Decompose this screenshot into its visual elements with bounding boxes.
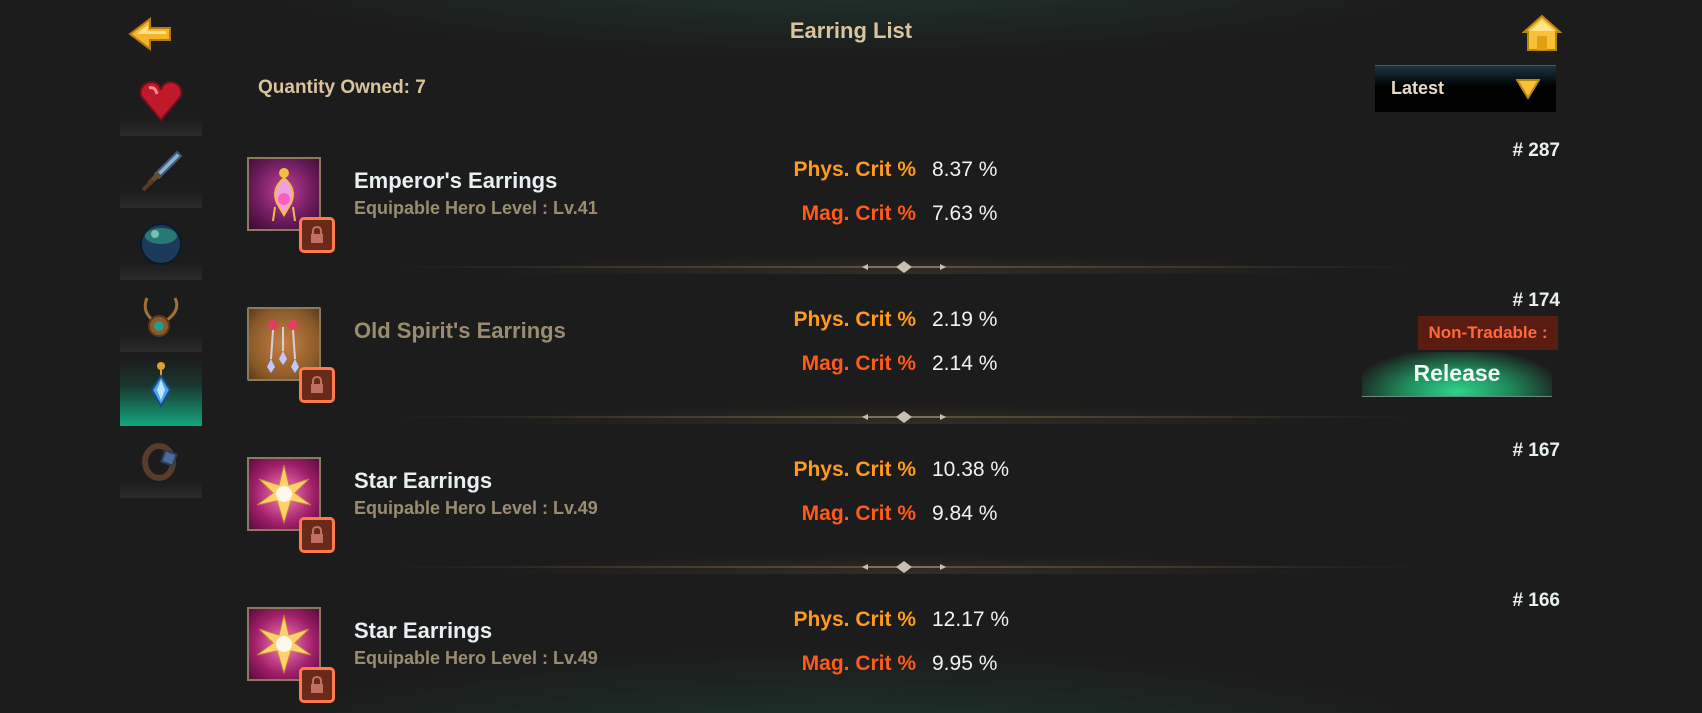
sidebar-tab-heart[interactable] [120, 68, 202, 136]
heart-gem-icon [139, 80, 183, 122]
phys-crit-label: Phys. Crit % [793, 458, 916, 481]
sidebar-tab-necklace[interactable] [120, 284, 202, 352]
lock-icon [311, 526, 323, 543]
phys-crit-label: Phys. Crit % [793, 608, 916, 631]
item-number: # 167 [1512, 440, 1560, 461]
release-button[interactable]: Release [1362, 352, 1552, 397]
mag-crit-value: 2.14 % [932, 352, 998, 375]
phys-crit-value: 8.37 % [932, 158, 998, 181]
sidebar-tab-orb[interactable] [120, 212, 202, 280]
sort-dropdown[interactable]: Latest [1375, 65, 1556, 112]
quantity-owned: Quantity Owned: 7 [258, 77, 426, 98]
earring-icon [150, 362, 172, 409]
ring-icon [142, 443, 178, 481]
phys-crit-label: Phys. Crit % [793, 158, 916, 181]
lock-icon [311, 376, 323, 393]
page-title: Earring List [789, 18, 913, 43]
list-item[interactable]: Emperor's Earrings Equipable Hero Level … [240, 140, 1570, 290]
sidebar-tab-ring[interactable] [120, 430, 202, 498]
item-number: # 287 [1512, 140, 1560, 161]
home-button[interactable] [1521, 14, 1563, 52]
lock-icon [311, 226, 323, 243]
list-item[interactable]: Star Earrings Equipable Hero Level : Lv.… [240, 440, 1570, 590]
sidebar-tab-earring[interactable] [120, 358, 202, 426]
necklace-icon [143, 297, 179, 337]
mag-crit-value: 9.95 % [932, 652, 998, 675]
orb-icon [140, 223, 182, 265]
sort-selected-label: Latest [1391, 78, 1445, 98]
divider-ornament-icon [862, 411, 946, 423]
chevron-down-icon [1516, 79, 1540, 100]
non-tradable-badge: Non-Tradable : [1418, 316, 1558, 350]
lock-icon [311, 676, 323, 693]
home-icon [1521, 14, 1563, 51]
back-button[interactable] [128, 16, 174, 52]
sword-icon [141, 150, 183, 192]
list-item[interactable]: Old Spirit's Earrings Phys. Crit % 2.19 … [240, 290, 1570, 440]
mag-crit-label: Mag. Crit % [801, 202, 916, 225]
mag-crit-label: Mag. Crit % [801, 352, 916, 375]
mag-crit-value: 9.84 % [932, 502, 998, 525]
phys-crit-value: 2.19 % [932, 308, 998, 331]
mag-crit-label: Mag. Crit % [801, 502, 916, 525]
phys-crit-label: Phys. Crit % [793, 308, 916, 331]
back-arrow-icon [128, 17, 171, 51]
mag-crit-value: 7.63 % [932, 202, 998, 225]
phys-crit-value: 10.38 % [932, 458, 1010, 481]
list-item[interactable]: Star Earrings Equipable Hero Level : Lv.… [240, 590, 1570, 713]
sidebar-tab-sword[interactable] [120, 140, 202, 208]
divider-ornament-icon [862, 561, 946, 573]
mag-crit-label: Mag. Crit % [801, 652, 916, 675]
phys-crit-value: 12.17 % [932, 608, 1010, 631]
item-number: # 166 [1512, 590, 1560, 611]
item-number: # 174 [1512, 290, 1560, 311]
divider-ornament-icon [862, 261, 946, 273]
